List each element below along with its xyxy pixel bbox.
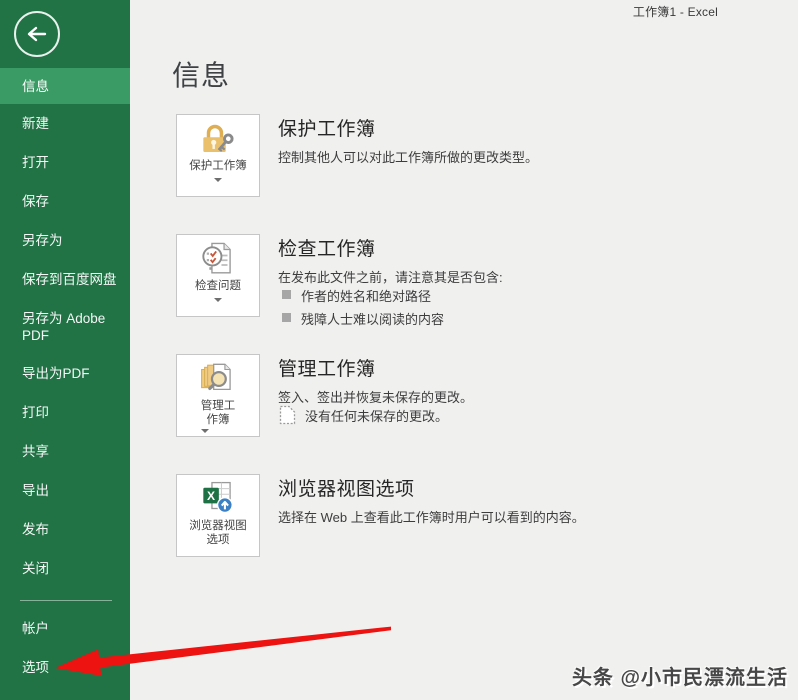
sidebar-item-save-as[interactable]: 另存为 xyxy=(0,221,130,260)
section-inspect-workbook: 检查问题 检查工作簿 在发布此文件之前，请注意其是否包含: 作者的姓名和绝对路径… xyxy=(176,234,736,346)
sidebar-item-label: 共享 xyxy=(22,444,49,459)
section-description: 在发布此文件之前，请注意其是否包含: xyxy=(278,270,503,285)
list-item: 作者的姓名和绝对路径 xyxy=(282,286,444,309)
section-heading: 管理工作簿 xyxy=(278,359,376,380)
page-title: 信息 xyxy=(172,60,231,91)
button-label: 管理工 作簿 xyxy=(200,399,235,433)
sidebar-item-label: 导出 xyxy=(22,483,49,498)
sidebar-item-label: 另存为 xyxy=(22,233,63,248)
sidebar-item-print[interactable]: 打印 xyxy=(0,393,130,432)
section-description: 控制其他人可以对此工作簿所做的更改类型。 xyxy=(278,150,539,165)
sidebar-item-open[interactable]: 打开 xyxy=(0,143,130,182)
button-label: 浏览器视图 选项 xyxy=(189,520,247,546)
window-title: 工作簿1 - Excel xyxy=(632,5,718,19)
sidebar-item-label: 发布 xyxy=(22,522,49,537)
sidebar-item-save-to-baidu-netdisk[interactable]: 保存到百度网盘 xyxy=(0,260,130,299)
sidebar-item-label: 保存 xyxy=(22,194,49,209)
browser-view-options-button[interactable]: X 浏览器视图 选项 xyxy=(176,474,260,557)
sidebar-item-new[interactable]: 新建 xyxy=(0,104,130,143)
sidebar-item-label: 打印 xyxy=(22,405,49,420)
dropdown-caret-icon xyxy=(214,298,222,302)
dropdown-caret-icon xyxy=(214,178,222,182)
sidebar-item-label: 选项 xyxy=(22,660,49,675)
sidebar-divider xyxy=(20,600,112,601)
sidebar-nav: 信息 新建 打开 保存 另存为 保存到百度网盘 另存为 Adobe PDF 导出… xyxy=(0,68,130,687)
sidebar-item-info[interactable]: 信息 xyxy=(0,68,130,104)
svg-text:X: X xyxy=(207,489,215,503)
protect-workbook-button[interactable]: 保护工作簿 xyxy=(176,114,260,197)
sidebar-item-account[interactable]: 帐户 xyxy=(0,609,130,648)
sidebar-item-label: 保存到百度网盘 xyxy=(22,272,117,287)
sidebar-item-save-as-adobe-pdf[interactable]: 另存为 Adobe PDF xyxy=(0,299,130,354)
sidebar-item-export-as-pdf[interactable]: 导出为PDF xyxy=(0,354,130,393)
excel-backstage-view: 工作簿1 - Excel 信息 新建 打开 保存 另存为 保存到百度网盘 另存为… xyxy=(0,0,798,700)
square-bullet-icon xyxy=(282,290,291,299)
button-label: 保护工作簿 xyxy=(189,160,247,172)
sidebar-item-label: 新建 xyxy=(22,116,49,131)
section-protect-workbook: 保护工作簿 保护工作簿 控制其他人可以对此工作簿所做的更改类型。 xyxy=(176,114,736,226)
sidebar-item-label: 另存为 Adobe PDF xyxy=(22,310,106,343)
sidebar-item-share[interactable]: 共享 xyxy=(0,432,130,471)
section-heading: 浏览器视图选项 xyxy=(278,479,415,500)
section-heading: 检查工作簿 xyxy=(278,239,376,260)
unsaved-doc-icon xyxy=(279,405,296,425)
sidebar-item-label: 打开 xyxy=(22,155,49,170)
sidebar-item-close[interactable]: 关闭 xyxy=(0,549,130,588)
sidebar-item-label: 帐户 xyxy=(22,621,49,636)
watermark: 头条 @小市民漂流生活 xyxy=(571,667,788,689)
dropdown-caret-icon xyxy=(200,429,209,433)
status-text: 没有任何未保存的更改。 xyxy=(305,409,449,424)
section-browser-view-options: X 浏览器视图 选项 浏览器视图选项 选择在 Web 上查看此工作簿时用户可以看… xyxy=(176,474,736,586)
button-label: 检查问题 xyxy=(195,280,241,292)
browser-view-icon: X xyxy=(203,481,233,514)
back-button[interactable] xyxy=(14,11,60,57)
inspect-document-icon xyxy=(202,242,231,274)
sidebar-item-export[interactable]: 导出 xyxy=(0,471,130,510)
sidebar-item-options[interactable]: 选项 xyxy=(0,648,130,687)
lock-key-icon xyxy=(203,124,234,152)
list-item-text: 作者的姓名和绝对路径 xyxy=(301,289,432,304)
sidebar-item-save[interactable]: 保存 xyxy=(0,182,130,221)
backstage-sidebar: 信息 新建 打开 保存 另存为 保存到百度网盘 另存为 Adobe PDF 导出… xyxy=(0,0,130,700)
manage-versions-icon xyxy=(201,363,231,391)
unsaved-changes-status: 没有任何未保存的更改。 xyxy=(279,404,448,425)
section-heading: 保护工作簿 xyxy=(278,119,376,140)
section-manage-workbook: 管理工 作簿 管理工作簿 签入、签出并恢复未保存的更改。 没有任何未保存的更改。 xyxy=(176,354,736,466)
sidebar-item-publish[interactable]: 发布 xyxy=(0,510,130,549)
list-item-text: 残障人士难以阅读的内容 xyxy=(301,312,445,327)
inspect-issues-list: 作者的姓名和绝对路径 残障人士难以阅读的内容 xyxy=(282,286,444,332)
sidebar-item-label: 信息 xyxy=(22,78,49,94)
square-bullet-icon xyxy=(282,313,291,322)
sidebar-item-label: 导出为PDF xyxy=(22,366,90,381)
sidebar-item-label: 关闭 xyxy=(22,561,49,576)
check-for-issues-button[interactable]: 检查问题 xyxy=(176,234,260,317)
list-item: 残障人士难以阅读的内容 xyxy=(282,309,444,332)
manage-workbook-button[interactable]: 管理工 作簿 xyxy=(176,354,260,437)
back-arrow-icon xyxy=(27,26,47,42)
section-description: 选择在 Web 上查看此工作簿时用户可以看到的内容。 xyxy=(278,510,585,525)
